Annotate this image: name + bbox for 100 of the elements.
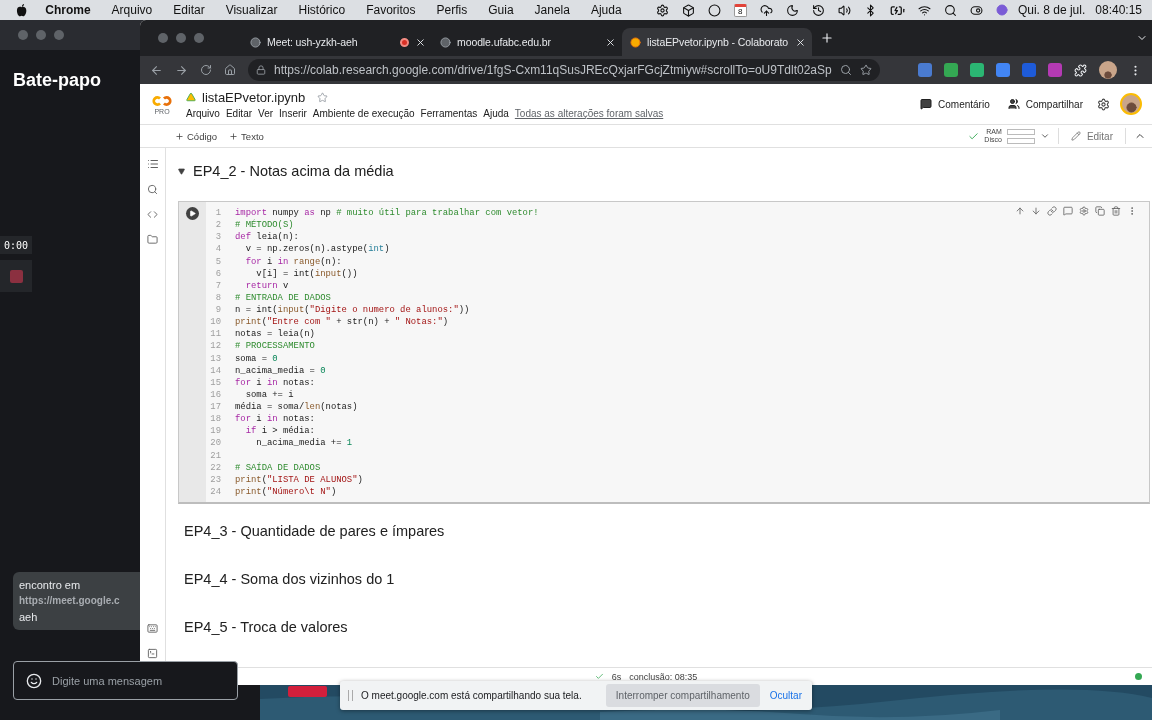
- browser-tab[interactable]: moodle.ufabc.edu.br: [432, 28, 622, 56]
- menu-item[interactable]: Editar: [173, 3, 205, 17]
- calendar-icon[interactable]: 8: [733, 3, 747, 17]
- stop-sharing-button[interactable]: Interromper compartilhamento: [605, 684, 760, 707]
- message-input[interactable]: Digite uma mensagem: [13, 661, 238, 700]
- comment-icon[interactable]: [1063, 206, 1073, 216]
- delete-icon[interactable]: [1111, 206, 1121, 216]
- line-number: 8: [214, 292, 221, 303]
- folder-icon[interactable]: [147, 234, 158, 245]
- profile-avatar[interactable]: [1099, 61, 1117, 79]
- apple-icon[interactable]: [16, 3, 28, 17]
- volume-icon[interactable]: [837, 3, 851, 17]
- close-icon[interactable]: [605, 36, 616, 48]
- history-icon[interactable]: [811, 3, 825, 17]
- hide-button[interactable]: Ocultar: [767, 688, 804, 703]
- code-line: for i in notas:: [235, 377, 315, 388]
- tab-favicon-icon: [630, 36, 641, 48]
- search-icon[interactable]: [943, 3, 957, 17]
- new-tab-icon[interactable]: [820, 31, 834, 45]
- back-icon[interactable]: [150, 63, 163, 77]
- code-line: # MÉTODO(S): [235, 220, 294, 231]
- browser-tab[interactable]: listaEPvetor.ipynb - Colaborato: [622, 28, 812, 56]
- code-line: def leia(n):: [235, 232, 299, 243]
- menu-item[interactable]: Janela: [534, 3, 570, 17]
- add-cell-button[interactable]: Texto: [227, 128, 266, 144]
- colab-logo-icon: [150, 93, 174, 108]
- zoom-icon[interactable]: [839, 64, 852, 76]
- notebook-title[interactable]: listaEPvetor.ipynb: [202, 89, 306, 105]
- line-number: 22: [209, 462, 221, 473]
- box-icon[interactable]: [681, 3, 695, 17]
- usage-meter: [1006, 128, 1035, 135]
- close-icon[interactable]: [795, 36, 806, 48]
- comment-button[interactable]: Comentário: [916, 96, 994, 112]
- chat-title: Bate-papo: [13, 70, 102, 91]
- menu-item[interactable]: Ambiente de execução: [312, 107, 415, 119]
- move-down-icon[interactable]: [1031, 206, 1041, 216]
- menu-item[interactable]: Histórico: [298, 3, 346, 17]
- bookmark-star-icon[interactable]: [859, 64, 872, 76]
- menu-item[interactable]: Perfis: [436, 3, 468, 17]
- check-icon: [594, 672, 604, 681]
- home-icon[interactable]: [224, 64, 236, 76]
- line-number: 20: [209, 438, 221, 449]
- plus-icon: [175, 131, 184, 141]
- grip-icon[interactable]: [348, 690, 353, 701]
- star-icon[interactable]: [317, 91, 329, 103]
- section-heading: EP4_5 - Troca de valores: [184, 619, 348, 635]
- menu-item[interactable]: Visualizar: [225, 3, 278, 17]
- terminal-icon[interactable]: [147, 648, 158, 659]
- edit-button[interactable]: Editar: [1066, 128, 1117, 144]
- line-number: 16: [209, 389, 221, 400]
- move-up-icon[interactable]: [1015, 206, 1025, 216]
- menu-item[interactable]: Arquivo: [111, 3, 153, 17]
- cloud-upload-icon[interactable]: [759, 3, 773, 17]
- menubar-clock[interactable]: 08:40:15: [1095, 3, 1142, 17]
- settings-icon[interactable]: [1097, 97, 1110, 111]
- add-cell-button[interactable]: Código: [173, 128, 220, 144]
- toggle-icon[interactable]: [969, 3, 983, 17]
- menu-item[interactable]: Ajuda: [590, 3, 622, 17]
- browser-tab[interactable]: Meet: ush-yzkh-aeh: [242, 28, 432, 56]
- wifi-icon[interactable]: [917, 3, 931, 17]
- menu-item[interactable]: Arquivo: [186, 107, 220, 119]
- message-link[interactable]: https://meet.google.c: [19, 593, 120, 609]
- menu-item[interactable]: Ferramentas: [420, 107, 478, 119]
- menu-item[interactable]: Inserir: [279, 107, 307, 119]
- toc-icon[interactable]: [146, 158, 159, 170]
- forward-icon[interactable]: [175, 63, 188, 77]
- gear-icon[interactable]: [655, 3, 669, 17]
- tab-favicon-icon: [440, 36, 451, 48]
- emoji-icon[interactable]: [26, 672, 42, 689]
- status-dot: [1135, 673, 1142, 680]
- line-number: 4: [214, 244, 221, 255]
- menu-item[interactable]: Guia: [488, 3, 514, 17]
- orb-icon[interactable]: [995, 4, 1008, 16]
- run-duration: 6s: [611, 671, 622, 682]
- moon-icon[interactable]: [785, 3, 799, 17]
- puzzle-icon[interactable]: [1074, 63, 1087, 77]
- keyboard-icon[interactable]: [147, 623, 158, 634]
- menu-item[interactable]: Favoritos: [366, 3, 416, 17]
- close-icon[interactable]: [415, 36, 426, 48]
- copy-icon[interactable]: [1095, 206, 1105, 216]
- section-heading: EP4_3 - Quantidade de pares e ímpares: [184, 523, 445, 539]
- menu-item[interactable]: Ver: [258, 107, 274, 119]
- link-icon[interactable]: [1047, 206, 1057, 216]
- address-bar[interactable]: https://colab.research.google.com/drive/1fgS-Cxm11qSusJREcQxjarFGcjZtmiyw#scrollTo=oU9Tdlt02aSp: [248, 59, 880, 81]
- reload-icon[interactable]: [200, 64, 212, 76]
- app-menu[interactable]: Chrome: [45, 3, 91, 17]
- usage-meter: [1006, 137, 1035, 144]
- code-line: import numpy as np # muito útil para trabalhar com vetor!: [235, 208, 539, 219]
- share-button[interactable]: Compartilhar: [1003, 96, 1087, 112]
- menubar-date[interactable]: Qui. 8 de jul.: [1017, 3, 1086, 17]
- user-avatar[interactable]: [1120, 93, 1142, 115]
- collapse-caret-icon[interactable]: [178, 167, 185, 175]
- run-button[interactable]: [186, 207, 199, 220]
- drive-icon[interactable]: [186, 92, 196, 102]
- menu-item[interactable]: Ajuda: [483, 107, 509, 119]
- code-line: n = int(input("Digite o numero de alunos:")): [235, 305, 470, 316]
- line-number: 9: [214, 305, 221, 316]
- message-text: encontro em: [19, 578, 82, 593]
- save-status-link[interactable]: Todas as alterações foram salvas: [514, 107, 664, 119]
- menu-item[interactable]: Editar: [225, 107, 253, 119]
